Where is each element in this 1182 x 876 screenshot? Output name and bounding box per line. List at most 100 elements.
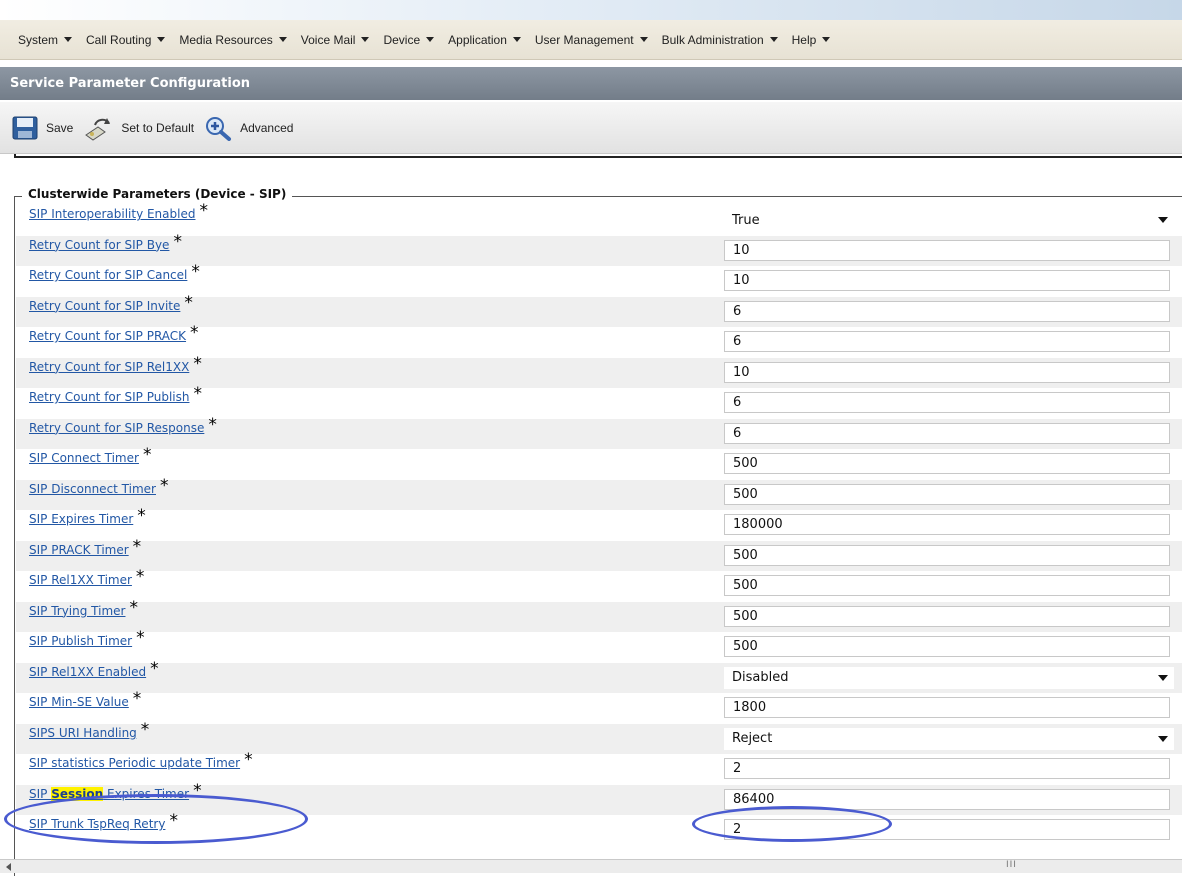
menu-label: Application: [448, 32, 507, 47]
required-mark: *: [244, 750, 253, 770]
param-link[interactable]: Retry Count for SIP Publish *: [29, 384, 202, 404]
menu-label: Media Resources: [179, 32, 273, 47]
param-link[interactable]: SIP Interoperability Enabled *: [29, 201, 208, 221]
param-input[interactable]: [724, 270, 1170, 291]
zoom-in-icon: [206, 116, 232, 141]
required-mark: *: [184, 292, 193, 313]
param-link[interactable]: Retry Count for SIP Rel1XX *: [29, 354, 202, 374]
param-input[interactable]: [724, 453, 1170, 474]
required-mark: *: [142, 445, 152, 465]
scroll-grip: III: [1006, 860, 1017, 870]
menu-bulk-administration[interactable]: Bulk Administration: [662, 33, 778, 47]
scroll-left-arrow-icon[interactable]: [6, 863, 11, 871]
session-expires-input[interactable]: [724, 788, 1170, 810]
required-mark: *: [190, 323, 199, 343]
menu-call-routing[interactable]: Call Routing: [86, 33, 166, 47]
menu-user-management[interactable]: User Management: [535, 33, 648, 47]
required-mark: *: [159, 475, 169, 496]
param-label-suffix: Expires Timer: [103, 786, 190, 801]
required-mark: *: [169, 811, 178, 831]
param-input[interactable]: [724, 483, 1170, 505]
advanced-button[interactable]: Advanced: [204, 115, 293, 141]
dropdown-arrow-icon: [1158, 674, 1168, 681]
param-row: Retry Count for SIP PRACK *: [16, 323, 1182, 358]
param-row: SIP Disconnect Timer *: [16, 476, 1182, 510]
param-input[interactable]: [724, 605, 1170, 627]
param-link[interactable]: Retry Count for SIP Response *: [29, 415, 217, 435]
menu-label: User Management: [534, 32, 634, 47]
chevron-down-icon: [278, 37, 287, 42]
required-mark: *: [193, 780, 202, 801]
param-label: SIP Rel1XX Timer: [29, 573, 132, 587]
menu-device[interactable]: Device: [383, 33, 435, 47]
param-input[interactable]: [724, 392, 1170, 413]
set-to-default-button[interactable]: Set to Default: [83, 115, 194, 141]
param-link[interactable]: SIP Trying Timer *: [29, 598, 138, 618]
param-link[interactable]: SIP Rel1XX Timer *: [29, 567, 144, 587]
param-link[interactable]: SIP PRACK Timer *: [29, 537, 141, 557]
param-label: Retry Count for SIP Cancel: [29, 268, 188, 282]
param-link[interactable]: SIP Rel1XX Enabled *: [29, 659, 159, 679]
param-label: Retry Count for SIP Response: [29, 420, 205, 435]
param-input[interactable]: [724, 300, 1170, 322]
chevron-down-icon: [361, 37, 370, 42]
dropdown-arrow-icon: [1158, 217, 1168, 223]
param-select[interactable]: Reject: [724, 727, 1174, 750]
page-title: Service Parameter Configuration: [0, 67, 1182, 100]
menu-help[interactable]: Help: [792, 33, 831, 47]
menu-media-resources[interactable]: Media Resources: [179, 32, 287, 47]
param-link[interactable]: SIP Disconnect Timer *: [29, 476, 168, 496]
chevron-down-icon: [639, 37, 648, 42]
menu-voice-mail[interactable]: Voice Mail: [301, 33, 370, 47]
param-input[interactable]: [724, 544, 1170, 566]
menu-system[interactable]: System: [18, 33, 73, 47]
param-row: Retry Count for SIP Publish *: [16, 384, 1182, 419]
param-link[interactable]: SIP Trunk TspReq Retry *: [29, 811, 178, 831]
param-link[interactable]: SIP Connect Timer *: [29, 445, 151, 465]
param-input[interactable]: [724, 575, 1170, 596]
horizontal-scrollbar[interactable]: III: [0, 859, 1182, 873]
param-row: SIPS URI Handling * Reject: [16, 720, 1182, 754]
menu-application[interactable]: Application: [448, 33, 521, 47]
save-icon: [12, 116, 38, 139]
param-link[interactable]: SIP Expires Timer *: [29, 506, 146, 526]
required-mark: *: [191, 262, 200, 282]
param-label: SIPS URI Handling: [29, 725, 137, 740]
param-select[interactable]: Disabled: [724, 666, 1174, 689]
param-row: SIP Trunk TspReq Retry *: [16, 811, 1182, 846]
param-input[interactable]: [724, 361, 1170, 383]
param-input[interactable]: [724, 758, 1170, 779]
param-link[interactable]: Retry Count for SIP Bye *: [29, 232, 182, 252]
select-value: Disabled: [732, 670, 789, 685]
param-link[interactable]: SIP Session Expires Timer *: [29, 781, 202, 801]
set-to-default-label: Set to Default: [121, 120, 195, 135]
param-label: SIP Disconnect Timer: [29, 481, 156, 496]
required-mark: *: [193, 353, 202, 374]
required-mark: *: [129, 597, 138, 618]
param-input[interactable]: [724, 636, 1170, 657]
param-link[interactable]: Retry Count for SIP PRACK *: [29, 323, 199, 343]
param-link[interactable]: Retry Count for SIP Cancel *: [29, 262, 200, 282]
param-input[interactable]: [724, 819, 1170, 840]
param-link[interactable]: SIP Publish Timer *: [29, 628, 145, 648]
param-link[interactable]: SIP Min-SE Value *: [29, 689, 141, 709]
param-input[interactable]: [724, 422, 1170, 444]
status-frame: [14, 154, 1182, 158]
required-mark: *: [132, 536, 142, 557]
param-row: SIP PRACK Timer *: [16, 537, 1182, 571]
param-input[interactable]: [724, 331, 1170, 352]
required-mark: *: [132, 689, 142, 709]
param-row: SIP Interoperability Enabled * True: [16, 201, 1182, 236]
param-label: SIP PRACK Timer: [29, 542, 129, 557]
param-input[interactable]: [724, 239, 1170, 261]
param-input[interactable]: [724, 697, 1170, 718]
param-link[interactable]: Retry Count for SIP Invite *: [29, 293, 193, 313]
param-label: SIP Trying Timer: [29, 603, 126, 618]
save-button[interactable]: Save: [12, 116, 73, 140]
top-gradient-band: [0, 0, 1182, 20]
param-input[interactable]: [724, 514, 1170, 535]
param-select[interactable]: True: [724, 209, 1174, 231]
param-link[interactable]: SIP statistics Periodic update Timer *: [29, 750, 253, 770]
required-mark: *: [136, 628, 145, 648]
param-link[interactable]: SIPS URI Handling *: [29, 720, 149, 740]
